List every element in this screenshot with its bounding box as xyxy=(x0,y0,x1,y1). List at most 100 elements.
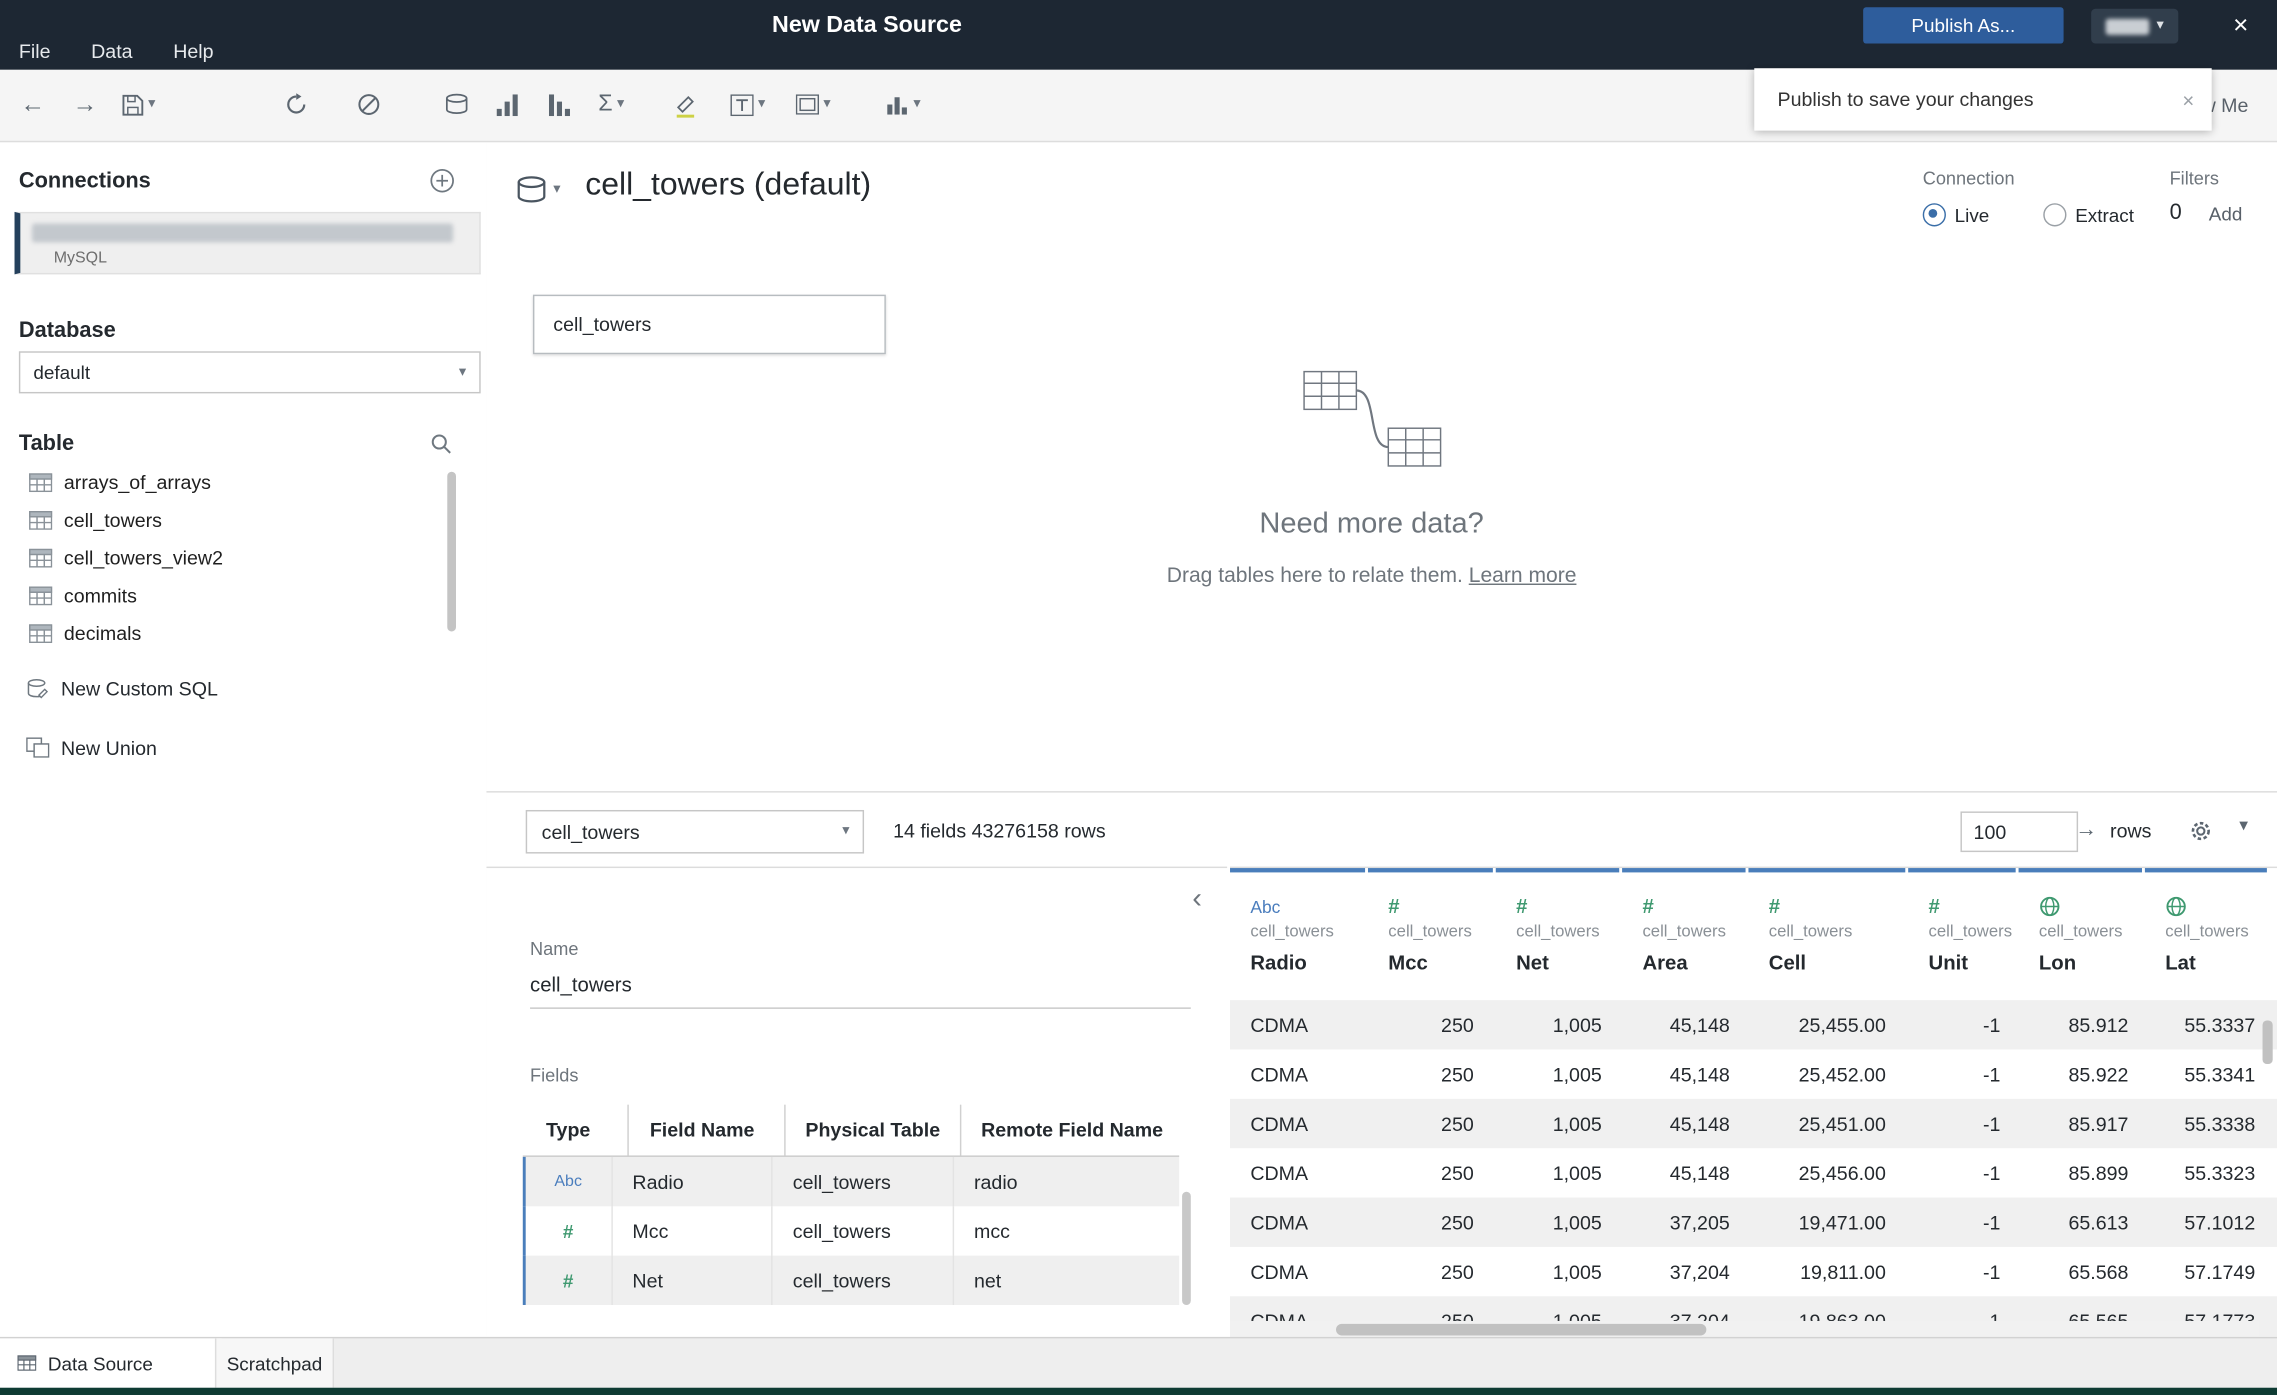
chevron-down-icon: ▾ xyxy=(842,823,850,840)
undo-icon[interactable]: ← xyxy=(20,70,45,140)
add-connection-icon[interactable] xyxy=(430,168,455,197)
new-datasource-icon[interactable] xyxy=(444,70,469,140)
chevron-down-icon: ▾ xyxy=(823,95,831,112)
sidebar-table-item[interactable]: commits xyxy=(0,576,465,614)
field-row[interactable]: # Net cell_towers net xyxy=(522,1255,1180,1305)
field-type-cell: # xyxy=(526,1255,613,1305)
publish-as-button[interactable]: Publish As... xyxy=(1863,7,2064,44)
collapse-panel-icon[interactable]: ‹ xyxy=(1192,883,1202,916)
grid-column-header[interactable]: cell_towers Lon xyxy=(2018,868,2145,1000)
live-radio[interactable]: Live xyxy=(1922,203,1989,227)
grid-cell: -1 xyxy=(1983,1013,2001,1036)
refresh-icon[interactable] xyxy=(285,70,308,140)
learn-more-link[interactable]: Learn more xyxy=(1469,565,1577,588)
extract-radio[interactable]: Extract xyxy=(2043,203,2134,227)
grid-cell: 250 xyxy=(1441,1162,1474,1184)
tab-data-source[interactable]: Data Source xyxy=(0,1338,223,1388)
menu-help[interactable]: Help xyxy=(173,41,213,63)
menu-file[interactable]: File xyxy=(19,41,51,63)
save-icon[interactable]: ▾ xyxy=(122,70,155,140)
totals-icon[interactable]: Σ ▾ xyxy=(598,70,624,140)
chevron-down-icon: ▾ xyxy=(2156,17,2164,34)
highlight-glyph xyxy=(676,95,695,117)
sidebar-table-item[interactable]: cell_towers_view2 xyxy=(0,539,465,577)
pause-updates-icon[interactable] xyxy=(357,70,380,140)
fields-scrollbar[interactable] xyxy=(1182,1191,1191,1305)
empty-state-text: Drag tables here to relate them. xyxy=(1166,564,1463,588)
grid-options-chevron-icon[interactable]: ▾ xyxy=(2239,814,2248,834)
grid-cell: CDMA xyxy=(1250,1013,1309,1036)
grid-cell: 57.1749 xyxy=(2184,1260,2256,1283)
menu-data[interactable]: Data xyxy=(91,41,132,63)
column-table-label: cell_towers xyxy=(2165,923,2249,941)
grid-cell: 45,148 xyxy=(1669,1013,1730,1036)
radio-dot xyxy=(1922,203,1946,227)
textbox-icon[interactable]: ▾ xyxy=(730,70,765,140)
sort-ascending-icon[interactable] xyxy=(496,70,519,140)
union-icon xyxy=(26,737,50,758)
datasource-type-menu[interactable]: ▾ xyxy=(516,176,561,205)
sort-descending-icon[interactable] xyxy=(548,70,571,140)
column-name-label: Radio xyxy=(1250,950,1307,975)
field-row[interactable]: # Mcc cell_towers mcc xyxy=(522,1206,1179,1256)
connection-item[interactable]: MySQL xyxy=(14,211,481,275)
row-limit-input[interactable]: 100 xyxy=(1960,811,2079,853)
new-custom-sql[interactable]: New Custom SQL xyxy=(26,669,218,707)
grid-table-select[interactable]: cell_towers ▾ xyxy=(525,809,865,854)
save-glyph xyxy=(122,94,144,115)
fit-icon[interactable]: ▾ xyxy=(795,70,831,140)
grid-cell: 250 xyxy=(1441,1013,1474,1036)
grid-column-header[interactable]: # cell_towers Mcc xyxy=(1367,868,1496,1000)
gear-icon[interactable] xyxy=(2188,819,2213,848)
grid-column-header[interactable]: # cell_towers Cell xyxy=(1748,868,1908,1000)
sidebar-table-item[interactable]: arrays_of_arrays xyxy=(0,463,465,501)
grid-cell: CDMA xyxy=(1250,1112,1309,1135)
empty-state-title: Need more data? xyxy=(1259,508,1484,540)
column-type-icon-slot: # xyxy=(1642,891,1748,917)
globe-icon xyxy=(2040,896,2060,917)
radio-dot xyxy=(2043,203,2067,227)
data-source-tab-label: Data Source xyxy=(47,1352,153,1374)
highlight-icon[interactable] xyxy=(674,70,697,140)
search-icon[interactable] xyxy=(430,433,453,461)
number-type-icon: # xyxy=(1928,894,1940,918)
name-input[interactable]: cell_towers xyxy=(530,973,1191,1009)
col-table-header[interactable]: Physical Table xyxy=(785,1104,961,1156)
grid-column-header[interactable]: # cell_towers Net xyxy=(1495,868,1622,1000)
col-field-header[interactable]: Field Name xyxy=(630,1104,786,1156)
col-remote-header[interactable]: Remote Field Name xyxy=(961,1105,1179,1156)
field-row[interactable]: Abc Radio cell_towers radio xyxy=(522,1156,1180,1207)
new-union[interactable]: New Union xyxy=(26,729,157,767)
filters-add-button[interactable]: Add xyxy=(2209,203,2243,225)
tab-scratchpad[interactable]: Scratchpad xyxy=(214,1338,335,1388)
grid-column-header[interactable]: Abc cell_towers Radio xyxy=(1230,868,1368,1000)
show-chart-icon[interactable]: ▾ xyxy=(886,70,921,140)
number-type-icon: # xyxy=(1516,894,1528,918)
grid-vertical-scrollbar[interactable] xyxy=(2262,1020,2273,1065)
table-chip[interactable]: cell_towers xyxy=(532,294,886,355)
sidebar-scrollbar[interactable] xyxy=(447,471,456,632)
apply-row-limit-icon[interactable]: → xyxy=(2075,810,2097,851)
col-type-header[interactable]: Type xyxy=(526,1104,630,1156)
close-window-icon[interactable]: × xyxy=(2223,7,2258,42)
redo-icon[interactable]: → xyxy=(73,70,98,140)
chart-glyph xyxy=(887,97,907,115)
database-select[interactable]: default ▾ xyxy=(18,351,481,394)
grid-table-value: cell_towers xyxy=(541,820,640,843)
column-type-icon-slot: # xyxy=(1516,891,1622,917)
grid-row: CDMA 250 1,005 37,204 19,811.00 -1 65.568 57.17… xyxy=(1230,1247,2277,1296)
grid-horizontal-scrollbar[interactable] xyxy=(1336,1323,1707,1336)
chevron-down-icon: ▾ xyxy=(148,95,156,112)
grid-column-header[interactable]: cell_towers Lat xyxy=(2144,868,2270,1000)
custom-sql-icon xyxy=(27,678,49,698)
tooltip-close-icon[interactable]: × xyxy=(2182,88,2194,111)
sidebar-table-item[interactable]: decimals xyxy=(0,614,465,652)
sidebar-table-item[interactable]: cell_towers xyxy=(0,501,465,539)
grid-cell: 1,005 xyxy=(1552,1063,1602,1086)
sort-desc-glyph xyxy=(548,93,570,116)
grid-column-header[interactable]: # cell_towers Area xyxy=(1622,868,1748,1000)
textbox-glyph xyxy=(730,93,754,116)
column-name-label: Unit xyxy=(1928,950,1969,975)
grid-column-header[interactable]: # cell_towers Unit xyxy=(1908,868,2018,1000)
account-menu[interactable]: ▾ xyxy=(2091,8,2179,44)
